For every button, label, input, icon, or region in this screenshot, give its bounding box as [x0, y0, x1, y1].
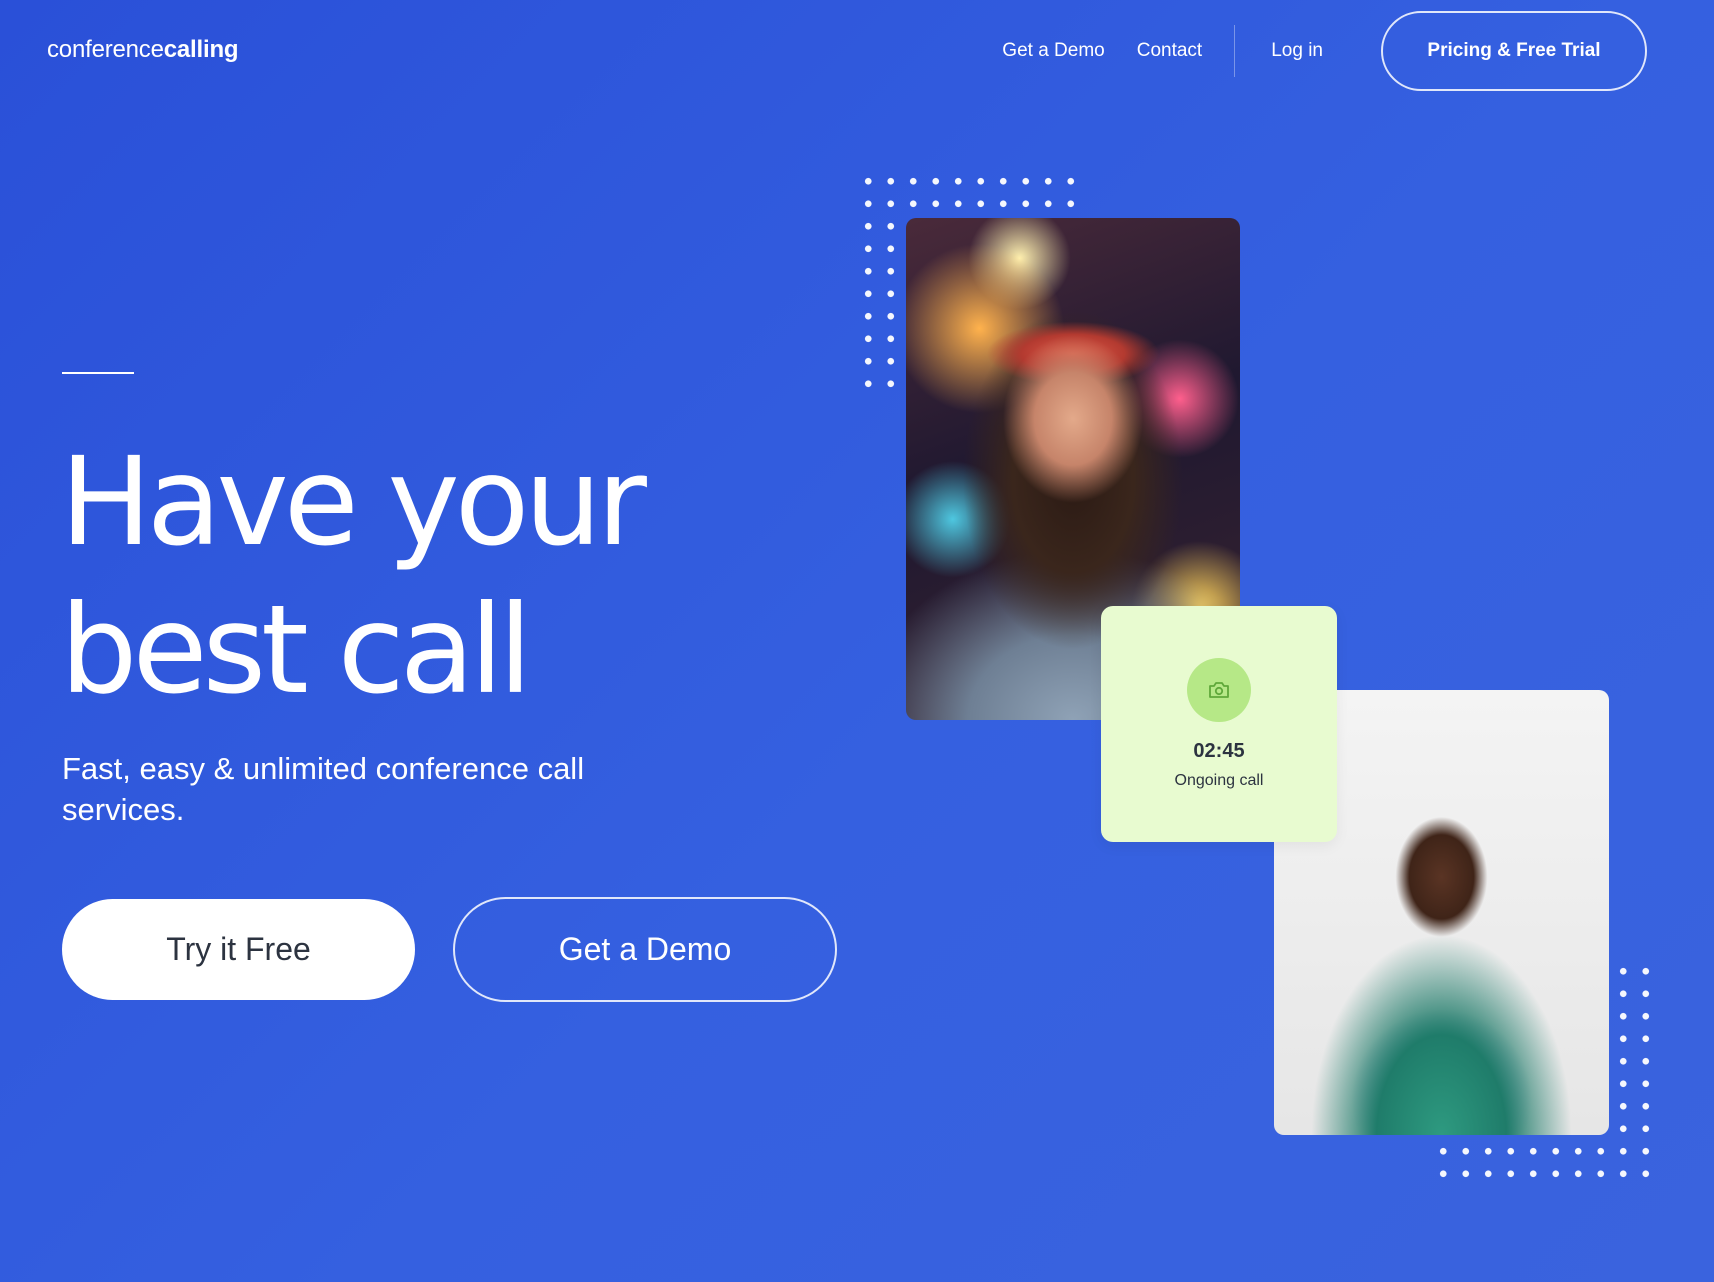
try-it-free-button[interactable]: Try it Free [62, 899, 415, 1000]
logo-text-light: conference [47, 36, 164, 63]
hero-headline: Have your best call [60, 428, 780, 724]
nav-divider [1234, 25, 1236, 77]
accent-line [62, 372, 134, 374]
top-nav: Get a Demo Contact Log in Pricing & Free… [1002, 10, 1647, 92]
pricing-free-trial-button[interactable]: Pricing & Free Trial [1381, 11, 1647, 91]
call-status-label: Ongoing call [1174, 772, 1264, 789]
nav-login-link[interactable]: Log in [1271, 40, 1323, 62]
nav-contact-link[interactable]: Contact [1137, 40, 1202, 62]
dot-pattern-bottom [1432, 1140, 1657, 1185]
hero-subheading: Fast, easy & unlimited conference call s… [62, 751, 585, 827]
hero-headline-line-1: Have your [60, 431, 647, 573]
dot-pattern-right [1612, 960, 1657, 1140]
logo[interactable]: conferencecalling [47, 36, 239, 64]
get-a-demo-button[interactable]: Get a Demo [453, 897, 837, 1002]
dot-pattern-left [857, 215, 902, 395]
call-duration: 02:45 [1193, 740, 1245, 762]
ongoing-call-card: 02:45 Ongoing call [1101, 606, 1337, 842]
nav-get-a-demo-link[interactable]: Get a Demo [1002, 40, 1104, 62]
dot-pattern-top [857, 170, 1082, 215]
hero-headline-line-2: best call [60, 579, 532, 721]
camera-icon[interactable] [1187, 658, 1251, 722]
logo-text-bold: calling [163, 36, 239, 63]
